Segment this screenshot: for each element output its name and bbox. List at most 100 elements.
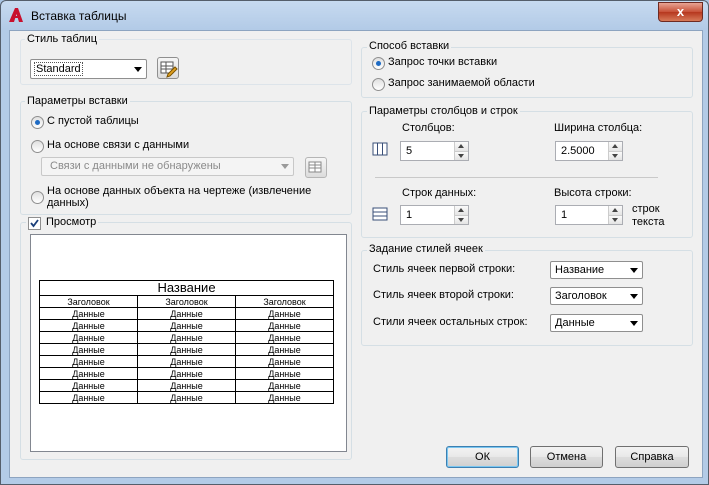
ok-button[interactable]: ОК [446, 446, 519, 468]
columns-spinner[interactable]: 5 [400, 141, 469, 161]
preview-data-cell: Данные [235, 343, 334, 356]
first-row-style-value: Название [555, 264, 605, 276]
spinner-down-icon[interactable] [608, 215, 622, 224]
spinner-up-icon[interactable] [608, 206, 622, 215]
preview-data-cell: Данные [235, 355, 334, 368]
data-rows-spinner[interactable]: 1 [400, 205, 469, 225]
spinner-up-icon[interactable] [608, 142, 622, 151]
preview-data-cell: Данные [39, 343, 138, 356]
second-row-style-value: Заголовок [555, 290, 607, 302]
other-rows-style-label: Стили ячеек остальных строк: [373, 316, 528, 328]
second-row-style-label: Стиль ячеек второй строки: [373, 289, 514, 301]
table-style-group-label: Стиль таблиц [25, 33, 100, 45]
preview-data-row: Данные Данные Данные [39, 379, 334, 392]
preview-data-cell: Данные [39, 367, 138, 380]
data-link-manager-button[interactable] [305, 157, 327, 178]
title-bar[interactable]: Вставка таблицы x [1, 1, 708, 29]
insert-params-group-label: Параметры вставки [25, 95, 130, 107]
preview-data-row: Данные Данные Данные [39, 331, 334, 344]
radio-empty-table[interactable] [31, 116, 44, 129]
spinner-up-icon[interactable] [454, 142, 468, 151]
radio-empty-table-label[interactable]: С пустой таблицы [47, 115, 139, 127]
preview-data-row: Данные Данные Данные [39, 355, 334, 368]
data-rows-value: 1 [406, 209, 413, 221]
radio-insertion-point-label[interactable]: Запрос точки вставки [388, 56, 497, 68]
second-row-style-select[interactable]: Заголовок [550, 287, 643, 305]
preview-data-cell: Данные [39, 355, 138, 368]
spinner-down-icon[interactable] [608, 151, 622, 160]
radio-data-extraction[interactable] [31, 191, 44, 204]
preview-data-cell: Данные [137, 343, 236, 356]
other-rows-style-select[interactable]: Данные [550, 314, 643, 332]
row-height-value: 1 [561, 209, 568, 221]
preview-data-row: Данные Данные Данные [39, 367, 334, 380]
preview-checkbox[interactable] [28, 217, 41, 230]
data-link-manager-icon [308, 161, 322, 173]
preview-header-cell: Заголовок [235, 295, 334, 308]
preview-data-cell: Данные [137, 379, 236, 392]
preview-data-cell: Данные [39, 379, 138, 392]
close-button[interactable]: x [658, 2, 703, 22]
cell-styles-group-label: Задание стилей ячеек [367, 243, 485, 255]
divider [375, 177, 658, 178]
radio-window-area[interactable] [372, 78, 385, 91]
preview-data-cell: Данные [137, 367, 236, 380]
chevron-down-icon [630, 294, 638, 299]
first-row-style-select[interactable]: Название [550, 261, 643, 279]
rows-icon [372, 207, 388, 221]
preview-data-cell: Данные [137, 307, 236, 320]
radio-data-extraction-label[interactable]: На основе данных объекта на чертеже (изв… [47, 185, 327, 209]
preview-data-cell: Данные [137, 319, 236, 332]
preview-data-cell: Данные [39, 319, 138, 332]
columns-value: 5 [406, 145, 413, 157]
table-style-value: Standard [34, 62, 83, 76]
preview-data-cell: Данные [235, 391, 334, 404]
first-row-style-label: Стиль ячеек первой строки: [373, 263, 516, 275]
data-rows-label: Строк данных: [402, 187, 477, 199]
preview-header-cell: Заголовок [39, 295, 138, 308]
table-style-edit-button[interactable] [157, 57, 179, 79]
preview-data-row: Данные Данные Данные [39, 343, 334, 356]
spinner-down-icon[interactable] [454, 215, 468, 224]
column-width-value: 2.5000 [561, 145, 595, 157]
row-height-spinner[interactable]: 1 [555, 205, 623, 225]
chevron-down-icon [630, 268, 638, 273]
chevron-down-icon [134, 67, 142, 72]
preview-data-cell: Данные [39, 331, 138, 344]
preview-data-cell: Данные [137, 355, 236, 368]
table-style-select[interactable]: Standard [30, 59, 147, 79]
insert-method-group-label: Способ вставки [367, 40, 452, 52]
radio-window-area-label[interactable]: Запрос занимаемой области [388, 77, 535, 89]
table-preview: Название Заголовок Заголовок Заголовок Д… [30, 234, 347, 452]
insert-method-group [361, 47, 693, 98]
preview-data-cell: Данные [235, 379, 334, 392]
radio-data-link[interactable] [31, 140, 44, 153]
spinner-down-icon[interactable] [454, 151, 468, 160]
preview-data-cell: Данные [137, 331, 236, 344]
preview-data-rows: Данные Данные Данные Данные Данные Данные Данн… [39, 307, 334, 404]
checkmark-icon [30, 219, 39, 228]
preview-data-cell: Данные [235, 367, 334, 380]
radio-data-link-label[interactable]: На основе связи с данными [47, 139, 189, 151]
preview-data-cell: Данные [235, 307, 334, 320]
row-height-unit: строк текста [632, 203, 665, 228]
preview-table: Название Заголовок Заголовок Заголовок Д… [39, 280, 334, 404]
data-link-select[interactable]: Связи с данными не обнаружены [41, 157, 294, 176]
preview-data-row: Данные Данные Данные [39, 307, 334, 320]
autocad-app-icon [9, 8, 23, 22]
data-link-value: Связи с данными не обнаружены [50, 160, 221, 172]
insert-table-dialog: Вставка таблицы x Стиль таблиц Standard … [0, 0, 709, 485]
window-title: Вставка таблицы [31, 9, 127, 23]
column-width-spinner[interactable]: 2.5000 [555, 141, 623, 161]
columns-icon [372, 142, 388, 156]
cancel-button[interactable]: Отмена [530, 446, 603, 468]
radio-insertion-point[interactable] [372, 57, 385, 70]
preview-data-cell: Данные [235, 319, 334, 332]
preview-header-cell: Заголовок [137, 295, 236, 308]
preview-data-cell: Данные [137, 391, 236, 404]
table-style-edit-icon [160, 61, 178, 78]
help-button[interactable]: Справка [615, 446, 689, 468]
close-icon: x [676, 4, 685, 19]
columns-label: Столбцов: [402, 122, 455, 134]
spinner-up-icon[interactable] [454, 206, 468, 215]
